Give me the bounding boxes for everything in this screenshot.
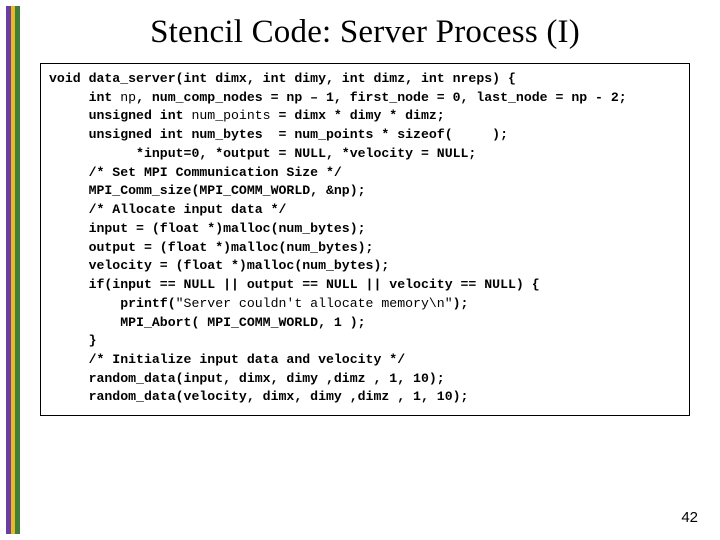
- code-line: output = (float *)malloc(num_bytes);: [49, 240, 373, 255]
- code-line: random_data(input, dimx, dimy ,dimz , 1,…: [49, 371, 445, 386]
- code-line: unsigned int num_bytes = num_points * si…: [49, 127, 508, 142]
- code-line: MPI_Abort( MPI_COMM_WORLD, 1 );: [49, 315, 366, 330]
- code-line: printf("Server couldn't allocate memory\…: [49, 296, 468, 311]
- code-line: random_data(velocity, dimx, dimy ,dimz ,…: [49, 389, 468, 404]
- code-line: unsigned int num_points = dimx * dimy * …: [49, 108, 445, 123]
- code-line: MPI_Comm_size(MPI_COMM_WORLD, &np);: [49, 183, 366, 198]
- code-line: if(input == NULL || output == NULL || ve…: [49, 277, 540, 292]
- code-line: void data_server(int dimx, int dimy, int…: [49, 71, 516, 86]
- code-line: int np, num_comp_nodes = np – 1, first_n…: [49, 90, 627, 105]
- code-listing: void data_server(int dimx, int dimy, int…: [49, 70, 681, 407]
- code-box: void data_server(int dimx, int dimy, int…: [40, 63, 690, 416]
- code-line: velocity = (float *)malloc(num_bytes);: [49, 258, 389, 273]
- code-line: /* Initialize input data and velocity */: [49, 352, 405, 367]
- page-number: 42: [681, 509, 698, 526]
- code-line: input = (float *)malloc(num_bytes);: [49, 221, 366, 236]
- slide-title: Stencil Code: Server Process (I): [40, 14, 690, 51]
- code-line: /* Allocate input data */: [49, 202, 286, 217]
- code-line: /* Set MPI Communication Size */: [49, 165, 342, 180]
- code-line: *input=0, *output = NULL, *velocity = NU…: [49, 146, 476, 161]
- slide: Stencil Code: Server Process (I) void da…: [0, 0, 720, 540]
- code-line: }: [49, 333, 96, 348]
